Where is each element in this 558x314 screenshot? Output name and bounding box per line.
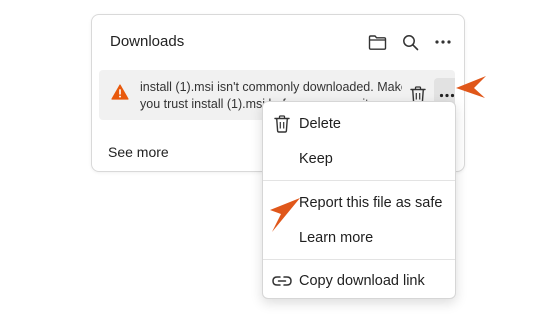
warning-icon	[111, 84, 129, 100]
download-warning-line-1: install (1).msi isn't commonly downloade…	[140, 80, 402, 94]
menu-item-keep[interactable]: Keep	[263, 142, 455, 176]
more-horizontal-icon	[439, 93, 455, 97]
more-horizontal-icon	[435, 40, 451, 44]
panel-title: Downloads	[110, 33, 185, 50]
link-icon	[272, 271, 292, 291]
trash-icon	[272, 114, 292, 134]
menu-item-label: Learn more	[299, 230, 374, 246]
pointer-arrow-icon	[456, 76, 486, 98]
see-more-link[interactable]: See more	[108, 144, 169, 160]
pointer-arrow-icon	[270, 198, 300, 232]
menu-item-delete[interactable]: Delete	[263, 107, 455, 141]
menu-item-label: Copy download link	[299, 273, 425, 289]
open-folder-button[interactable]	[363, 28, 391, 56]
menu-item-label: Delete	[299, 116, 341, 132]
folder-icon	[368, 34, 386, 50]
search-downloads-button[interactable]	[396, 28, 424, 56]
menu-divider	[263, 259, 455, 260]
menu-item-label: Report this file as safe	[299, 195, 443, 211]
more-options-button[interactable]	[429, 28, 457, 56]
menu-item-label: Keep	[299, 151, 333, 167]
menu-divider	[263, 180, 455, 181]
menu-item-copy-link[interactable]: Copy download link	[263, 264, 455, 298]
search-icon	[402, 34, 418, 50]
